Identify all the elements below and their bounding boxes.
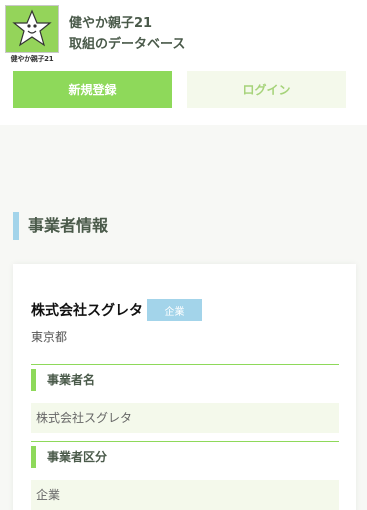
field-label-text: 事業者名 bbox=[31, 369, 339, 391]
site-header: 健やか親子21 健やか親子21 取組のデータベース 新規登録 ログイン bbox=[0, 0, 367, 125]
site-title-line2: 取組のデータベース bbox=[69, 37, 186, 52]
company-info-card: 株式会社スグレタ 企業 東京都 事業者名 株式会社スグレタ 事業者区分 企業 bbox=[13, 264, 356, 510]
company-prefecture: 東京都 bbox=[31, 330, 68, 344]
field-company-type: 事業者区分 企業 bbox=[31, 441, 339, 510]
field-label: 事業者名 bbox=[31, 364, 339, 393]
register-button[interactable]: 新規登録 bbox=[13, 71, 172, 108]
site-title-line1: 健やか親子21 bbox=[69, 16, 153, 31]
login-button[interactable]: ログイン bbox=[187, 71, 346, 108]
company-type-badge: 企業 bbox=[147, 299, 202, 321]
section-heading: 事業者情報 bbox=[13, 212, 108, 240]
company-name: 株式会社スグレタ bbox=[31, 303, 143, 319]
field-company-name: 事業者名 株式会社スグレタ bbox=[31, 364, 339, 433]
site-logo[interactable]: 健やか親子21 bbox=[5, 5, 59, 63]
logo-caption: 健やか親子21 bbox=[10, 55, 54, 63]
site-title: 健やか親子21 取組のデータベース bbox=[69, 13, 185, 55]
field-value: 株式会社スグレタ bbox=[31, 403, 339, 433]
mascot-icon bbox=[5, 5, 59, 53]
field-label: 事業者区分 bbox=[31, 441, 339, 470]
field-value: 企業 bbox=[31, 480, 339, 510]
field-label-text: 事業者区分 bbox=[31, 446, 339, 468]
company-header: 株式会社スグレタ 企業 bbox=[31, 299, 202, 321]
